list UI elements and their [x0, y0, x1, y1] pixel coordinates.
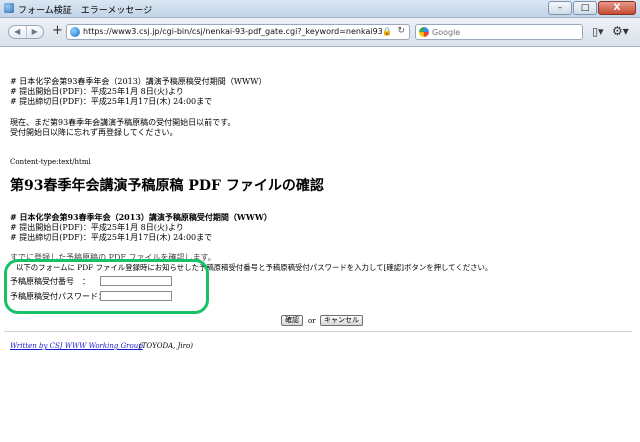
end-date-line: # 提出締切日(PDF)：平成25年1月17日(木) 24:00まで — [10, 97, 213, 106]
end-date-line-2: # 提出締切日(PDF)：平成25年1月17日(木) 24:00まで — [10, 233, 213, 242]
google-icon — [419, 27, 429, 37]
url-text[interactable]: https://www3.csj.jp/cgi-bin/csj/nenkai-9… — [83, 27, 383, 37]
page-menu-icon[interactable]: ▯▾ — [592, 25, 604, 38]
notice-line-1: 現在、まだ第93春季年会講演予稿原稿の受付開始日以前です。 — [10, 118, 236, 127]
address-bar[interactable]: https://www3.csj.jp/cgi-bin/csj/nenkai-9… — [66, 24, 410, 40]
maximize-button[interactable]: □ — [573, 1, 597, 15]
form-highlight-annotation — [4, 259, 209, 314]
start-date-line-2: # 提出開始日(PDF)：平成25年1月 8日(火)より — [10, 223, 184, 232]
start-date-line: # 提出開始日(PDF)：平成25年1月 8日(火)より — [10, 87, 184, 96]
search-input[interactable] — [432, 26, 580, 38]
window-titlebar: フォーム検証 エラーメッセージ – □ X — [0, 0, 640, 18]
forward-button[interactable]: ▶ — [25, 26, 44, 38]
footer-author: (TOYODA, Jiro) — [139, 342, 193, 350]
back-button[interactable]: ◀ — [9, 26, 26, 38]
notice-line-2: 受付開始日以降に忘れず再登録してください。 — [10, 128, 178, 137]
window-controls: – □ X — [548, 1, 636, 15]
page-heading: 第93春季年会講演予稿原稿 PDF ファイルの確認 — [10, 178, 324, 194]
search-bar[interactable] — [415, 24, 583, 40]
browser-app-icon — [4, 3, 14, 13]
cancel-button[interactable]: キャンセル — [320, 315, 363, 326]
minimize-button[interactable]: – — [548, 1, 572, 15]
period-title-bold: # 日本化学会第93春季年会（2013）講演予稿原稿受付期間（WWW） — [10, 212, 272, 222]
globe-icon — [70, 27, 80, 37]
nav-buttons: ◀ ▶ — [8, 25, 44, 39]
confirm-button[interactable]: 確認 — [281, 315, 303, 326]
footer-link[interactable]: Written by CSJ WWW Working Group — [10, 342, 143, 350]
or-text: or — [308, 317, 316, 325]
reload-icon[interactable]: ↻ — [397, 26, 405, 36]
page-content: # 日本化学会第93春季年会（2013）講演予稿原稿受付期間（WWW） # 提出… — [0, 47, 640, 442]
divider — [4, 331, 632, 332]
browser-toolbar: ◀ ▶ + https://www3.csj.jp/cgi-bin/csj/ne… — [0, 18, 640, 47]
gear-icon[interactable]: ⚙▾ — [612, 24, 629, 38]
window-title: フォーム検証 エラーメッセージ — [18, 6, 153, 16]
lock-icon: 🔒 — [382, 27, 392, 36]
close-button[interactable]: X — [598, 1, 636, 15]
content-type-text: Content-type:text/html — [10, 158, 91, 166]
period-title-line: # 日本化学会第93春季年会（2013）講演予稿原稿受付期間（WWW） — [10, 77, 267, 86]
add-bookmark-button[interactable]: + — [52, 24, 63, 38]
